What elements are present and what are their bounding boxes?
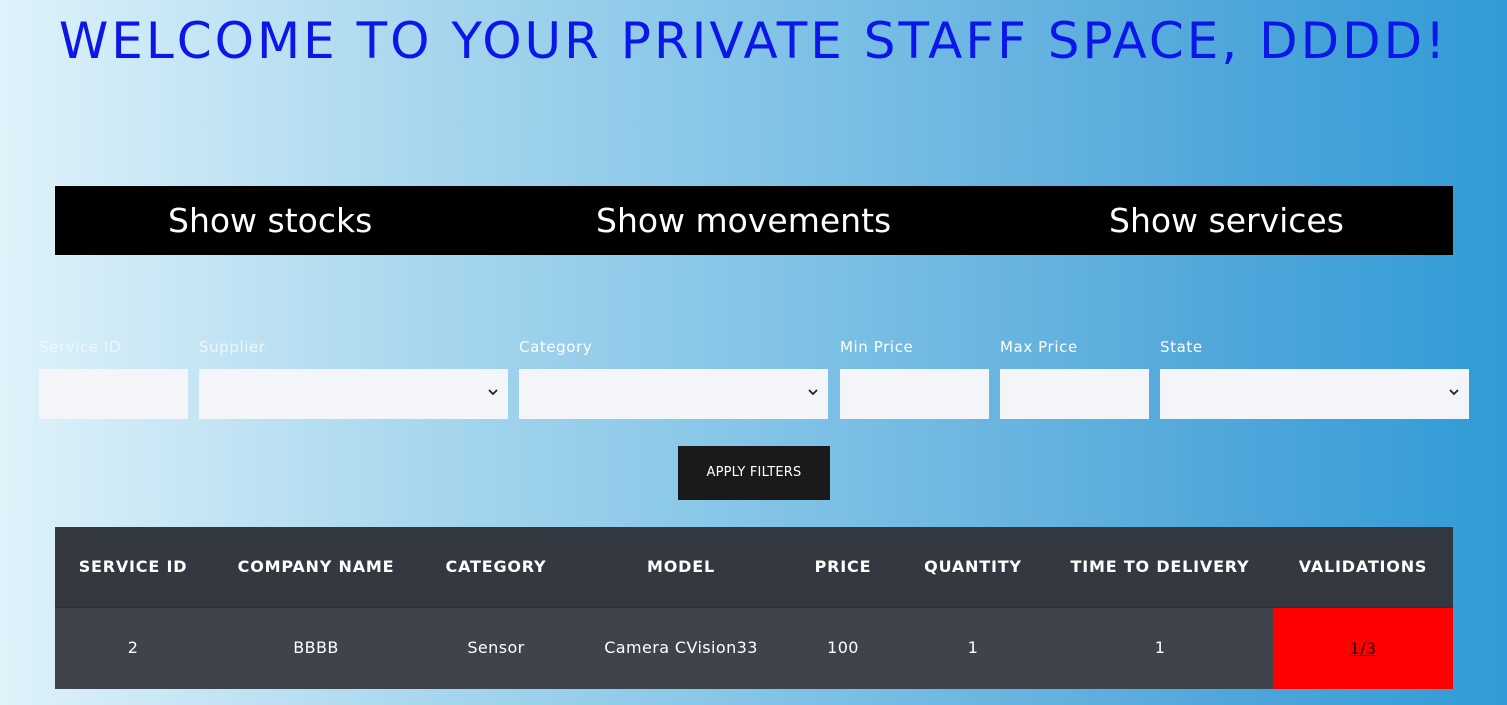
chevron-down-icon <box>808 389 818 396</box>
time-to-delivery-cell: 1 <box>1154 638 1166 657</box>
column-header-category: CATEGORY <box>445 557 547 576</box>
table-header: SERVICE ID COMPANY NAME CATEGORY MODEL P… <box>55 527 1453 608</box>
min-price-label: Min Price <box>840 338 914 356</box>
chevron-down-icon <box>488 389 498 396</box>
apply-filters-button[interactable]: APPLY FILTERS <box>678 446 830 500</box>
column-header-price: PRICE <box>814 557 872 576</box>
column-header-quantity: QUANTITY <box>924 557 1022 576</box>
category-label: Category <box>519 338 593 356</box>
state-select[interactable] <box>1160 369 1469 419</box>
min-price-input[interactable] <box>840 369 989 419</box>
column-header-company-name: COMPANY NAME <box>237 557 395 576</box>
supplier-select[interactable] <box>199 369 508 419</box>
validations-link[interactable]: 1/3 <box>1273 608 1453 689</box>
service-id-label: Service ID <box>39 338 122 356</box>
table-row: 2 BBBB Sensor Camera CVision33 100 1 1 1… <box>55 608 1453 689</box>
company-name-cell: BBBB <box>293 638 339 657</box>
column-header-time-to-delivery: TIME TO DELIVERY <box>1070 557 1250 576</box>
model-cell: Camera CVision33 <box>604 638 758 657</box>
show-movements-link[interactable]: Show movements <box>596 186 891 255</box>
max-price-label: Max Price <box>1000 338 1078 356</box>
state-label: State <box>1160 338 1203 356</box>
max-price-input[interactable] <box>1000 369 1149 419</box>
column-header-validations: VALIDATIONS <box>1298 557 1428 576</box>
category-select[interactable] <box>519 369 828 419</box>
service-id-cell: 2 <box>127 638 139 657</box>
column-header-model: MODEL <box>647 557 715 576</box>
service-id-input[interactable] <box>39 369 188 419</box>
main-navigation: Show stocks Show movements Show services <box>55 186 1453 255</box>
category-cell: Sensor <box>467 638 525 657</box>
supplier-label: Supplier <box>199 338 266 356</box>
quantity-cell: 1 <box>967 638 979 657</box>
price-cell: 100 <box>827 638 859 657</box>
column-header-service-id: SERVICE ID <box>78 557 188 576</box>
chevron-down-icon <box>1449 389 1459 396</box>
services-table: SERVICE ID COMPANY NAME CATEGORY MODEL P… <box>55 527 1453 689</box>
page-title: WELCOME TO YOUR PRIVATE STAFF SPACE, DDD… <box>58 12 1449 70</box>
show-services-link[interactable]: Show services <box>1109 186 1344 255</box>
show-stocks-link[interactable]: Show stocks <box>168 186 372 255</box>
